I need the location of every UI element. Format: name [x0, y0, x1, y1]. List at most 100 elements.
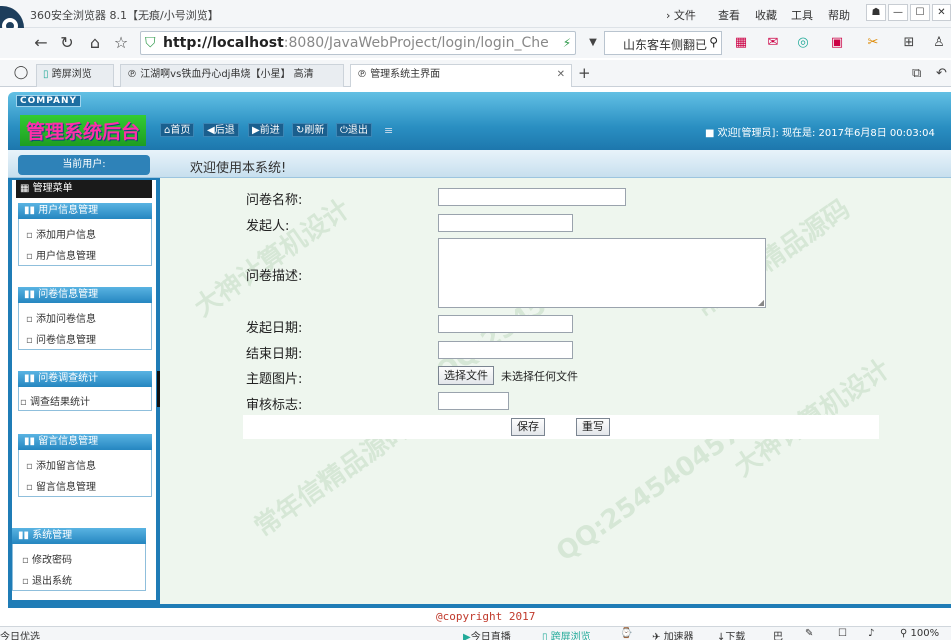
- menu-tools[interactable]: 工具: [791, 7, 813, 23]
- sidebar-item-add-user[interactable]: 添加用户信息: [26, 226, 96, 241]
- status-history-icon[interactable]: ⌚: [620, 628, 632, 639]
- back-button[interactable]: ◀后退: [203, 123, 239, 137]
- window-title: 360安全浏览器 8.1【无痕/小号浏览】: [30, 9, 219, 22]
- arrow-right-icon: ▶: [252, 125, 260, 136]
- bar-icon: ▮▮: [18, 530, 33, 541]
- menu-help[interactable]: 帮助: [828, 7, 850, 23]
- ad-block-icon[interactable]: ▣: [826, 32, 848, 54]
- favorite-star-icon[interactable]: ☆: [110, 32, 132, 54]
- survey-name-input[interactable]: [438, 188, 626, 206]
- start-date-label: 发起日期:: [246, 321, 303, 336]
- review-flag-label: 审核标志:: [246, 398, 303, 413]
- sidebar-item-user-manage[interactable]: 用户信息管理: [26, 247, 96, 262]
- back-icon[interactable]: ←: [30, 32, 52, 54]
- tab-music[interactable]: ℗ 江湖啊vs铁血丹心dj串烧【小星】 高清: [120, 64, 344, 87]
- sidebar-item-add-survey[interactable]: 添加问卷信息: [26, 310, 96, 325]
- home-tab-icon[interactable]: ◯: [10, 62, 32, 84]
- chevron-down-icon[interactable]: ▼: [582, 32, 604, 54]
- bar-icon: ▮▮: [24, 289, 39, 300]
- sidebar-item-logout[interactable]: 退出系统: [22, 572, 72, 587]
- save-button[interactable]: 保存: [511, 418, 545, 436]
- home-icon[interactable]: ⌂: [84, 32, 106, 54]
- play-icon: ▶: [463, 632, 471, 640]
- url-text[interactable]: http://localhost:8080/JavaWebProject/log…: [163, 35, 613, 51]
- resize-grip-icon[interactable]: ◢: [758, 298, 764, 307]
- address-bar[interactable]: ⛉ http://localhost:8080/JavaWebProject/l…: [140, 31, 576, 55]
- maximize-icon[interactable]: ☐: [910, 4, 930, 21]
- compat-mode-icon[interactable]: ⚡: [556, 32, 578, 54]
- welcome-status: ■ 欢迎[管理员]: 现在是: 2017年6月8日 00:03:04: [705, 128, 935, 139]
- end-date-input[interactable]: [438, 341, 573, 359]
- group-user-management[interactable]: ▮▮ 用户信息管理: [18, 203, 152, 219]
- group-message-management[interactable]: ▮▮ 留言信息管理: [18, 434, 152, 450]
- new-tab-button[interactable]: +: [578, 64, 591, 82]
- rocket-icon: ✈: [652, 632, 664, 640]
- tab-page-icon: ℗: [127, 69, 137, 80]
- pin-icon[interactable]: ☗: [866, 4, 886, 21]
- footer-bar: [8, 604, 951, 608]
- apps-icon[interactable]: ▦: [730, 32, 752, 54]
- sidebar-item-result-stats[interactable]: 调查结果统计: [20, 393, 90, 408]
- group-system-management[interactable]: ▮▮ 系统管理: [12, 528, 146, 544]
- bar-icon: ▮▮: [24, 205, 39, 216]
- translate-icon[interactable]: ⊞: [898, 32, 920, 54]
- home-button[interactable]: ⌂首页: [160, 123, 195, 137]
- restore-tab-icon[interactable]: ⧉: [912, 66, 921, 81]
- user-icon[interactable]: ♙: [928, 32, 950, 54]
- status-ie-icon[interactable]: 巴: [773, 628, 783, 640]
- search-input[interactable]: 山东客车侧翻已 ⚲: [604, 31, 722, 55]
- choose-file-button[interactable]: 选择文件: [438, 366, 494, 385]
- app-title: 管理系统后台: [20, 115, 147, 146]
- review-flag-input[interactable]: [438, 392, 509, 410]
- menu-favorites[interactable]: 收藏: [755, 7, 777, 23]
- survey-name-label: 问卷名称:: [246, 193, 303, 208]
- sidebar-item-message-manage[interactable]: 留言信息管理: [26, 478, 96, 493]
- company-logo: COMPANY: [16, 95, 81, 107]
- sidebar-item-survey-manage[interactable]: 问卷信息管理: [26, 331, 96, 346]
- menu-view[interactable]: 查看: [718, 7, 740, 23]
- zoom-level[interactable]: ⚲ 100%: [900, 628, 939, 639]
- copyright-text: @copyright 2017: [436, 610, 536, 623]
- money-icon[interactable]: ◎: [792, 32, 814, 54]
- status-accelerator[interactable]: ✈ 加速器: [652, 628, 694, 640]
- square-icon: ■: [705, 128, 718, 139]
- tab-close-icon[interactable]: ✕: [557, 65, 565, 85]
- close-icon[interactable]: ✕: [932, 4, 951, 21]
- volume-icon[interactable]: ♪: [868, 628, 874, 639]
- group-survey-stats[interactable]: ▮▮ 问卷调查统计: [18, 371, 152, 387]
- search-icon[interactable]: ⚲: [709, 35, 718, 49]
- group-survey-management[interactable]: ▮▮ 问卷信息管理: [18, 287, 152, 303]
- tab-cross-screen[interactable]: ▯ 跨屏浏览: [36, 64, 114, 87]
- minimize-icon[interactable]: —: [888, 4, 908, 21]
- initiator-input[interactable]: [438, 214, 573, 232]
- status-daily-picks[interactable]: 今日优选: [0, 628, 40, 640]
- file-status: 未选择任何文件: [501, 370, 578, 383]
- screenshot-icon[interactable]: ✂: [862, 32, 884, 54]
- status-window-icon[interactable]: ☐: [838, 628, 847, 639]
- browser-toolbar: ← ↻ ⌂ ☆ ⛉ http://localhost:8080/JavaWebP…: [0, 28, 951, 58]
- power-icon: ⏻: [340, 125, 348, 136]
- start-date-input[interactable]: [438, 315, 573, 333]
- refresh-icon[interactable]: ↻: [56, 32, 78, 54]
- undo-close-icon[interactable]: ↶: [936, 66, 947, 81]
- sidebar-item-change-password[interactable]: 修改密码: [22, 551, 72, 566]
- refresh-button[interactable]: ↻刷新: [292, 123, 329, 137]
- security-shield-icon: ⛉: [145, 35, 156, 51]
- welcome-heading: 欢迎使用本系统!: [190, 161, 287, 176]
- logout-button[interactable]: ⏻退出: [336, 123, 372, 137]
- menu-lines-icon: ≡: [384, 124, 394, 137]
- bar-icon: ▮▮: [24, 436, 39, 447]
- status-download[interactable]: ↓下载: [717, 628, 745, 640]
- status-live[interactable]: ▶今日直播: [463, 628, 511, 640]
- tab-admin-main[interactable]: ℗ 管理系统主界面 ✕: [350, 64, 572, 87]
- menu-file[interactable]: › 文件: [666, 7, 696, 23]
- app-header: [8, 92, 951, 150]
- forward-button[interactable]: ▶前进: [248, 123, 284, 137]
- phone-icon: ▯: [542, 632, 551, 640]
- reset-button[interactable]: 重写: [576, 418, 610, 436]
- mail-icon[interactable]: ✉: [762, 32, 784, 54]
- status-tool-icon[interactable]: ✎: [805, 628, 813, 639]
- sidebar-item-add-message[interactable]: 添加留言信息: [26, 457, 96, 472]
- status-cross-screen[interactable]: ▯ 跨屏浏览: [542, 628, 591, 640]
- description-textarea[interactable]: ◢: [438, 238, 766, 308]
